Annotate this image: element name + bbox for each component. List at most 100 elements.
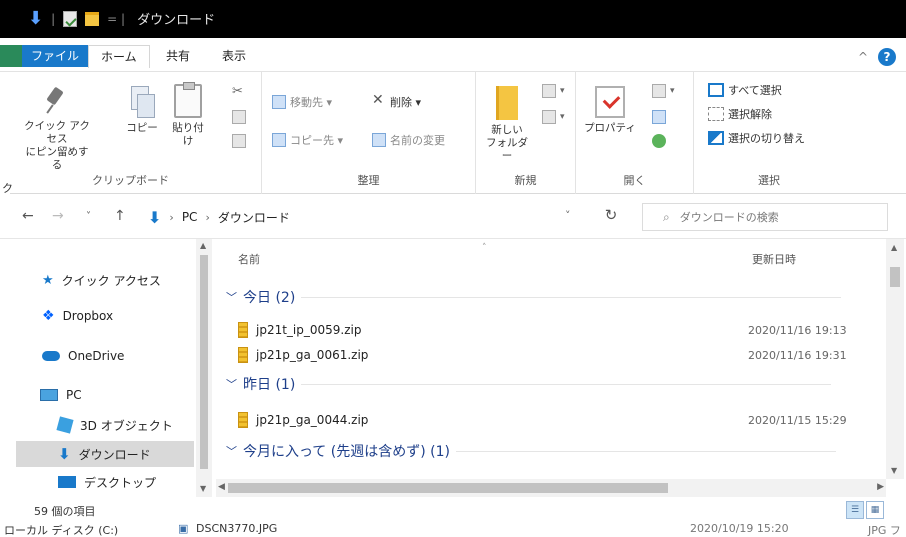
ribbon-tabs: ファイル ホーム 共有 表示 ^ ? bbox=[0, 38, 906, 72]
file-row[interactable]: jp21p_ga_0061.zip 2020/11/16 19:31 bbox=[238, 344, 888, 366]
cut-button[interactable]: ✂ bbox=[232, 84, 243, 99]
nav-item-pc[interactable]: PC bbox=[40, 384, 190, 406]
pin-to-quick-access-button[interactable]: クイック アクセス にピン留めする bbox=[24, 86, 90, 172]
refresh-icon[interactable]: ↻ bbox=[600, 206, 622, 228]
nav-item-quick-access[interactable]: ★ クイック アクセス bbox=[42, 269, 192, 291]
copy-path-button[interactable] bbox=[232, 110, 246, 124]
file-list: 名前 ˄ 更新日時 ﹀ 今日 (2) jp21t_ip_0059.zip 202… bbox=[216, 239, 906, 499]
file-row[interactable]: jp21t_ip_0059.zip 2020/11/16 19:13 bbox=[238, 319, 888, 341]
select-all-button[interactable]: すべて選択 bbox=[708, 82, 782, 98]
edit-button[interactable] bbox=[652, 110, 666, 124]
breadcrumb-pc[interactable]: PC bbox=[182, 210, 198, 224]
address-field[interactable]: ⬇ › PC › ダウンロード bbox=[143, 203, 629, 231]
address-dropdown-chevron-icon[interactable]: ˅ bbox=[565, 209, 571, 222]
copy-button[interactable]: コピー bbox=[122, 86, 162, 135]
help-icon[interactable]: ? bbox=[878, 48, 896, 66]
easy-access-button[interactable]: ▾ bbox=[542, 110, 565, 124]
collapse-chevron-icon: ﹀ bbox=[226, 378, 237, 391]
copy-to-icon bbox=[272, 133, 286, 147]
scroll-up-icon[interactable]: ▲ bbox=[891, 243, 897, 252]
back-arrow-icon[interactable]: ← bbox=[22, 208, 34, 224]
nav-item-dropbox[interactable]: ❖ Dropbox bbox=[42, 305, 192, 327]
large-icons-view-icon[interactable]: ▦ bbox=[866, 501, 884, 519]
group-organize: 移動先 ▾ 削除 ▾ コピー先 ▾ 名前の変更 整理 bbox=[262, 72, 476, 194]
scroll-left-icon[interactable]: ◀ bbox=[218, 482, 225, 492]
search-icon: ⌕ bbox=[663, 209, 670, 224]
tab-view[interactable]: 表示 bbox=[222, 45, 246, 67]
background-window-edge bbox=[0, 45, 22, 67]
pc-icon bbox=[40, 389, 58, 401]
paste-shortcut-button[interactable] bbox=[232, 134, 246, 148]
search-box[interactable]: ⌕ ダウンロードの検索 bbox=[642, 203, 888, 231]
up-arrow-icon[interactable]: ↑ bbox=[114, 208, 126, 224]
group-header-today[interactable]: ﹀ 今日 (2) bbox=[226, 287, 842, 307]
group-label-open: 開く bbox=[623, 174, 646, 187]
collapse-chevron-icon: ﹀ bbox=[226, 291, 237, 304]
history-button[interactable] bbox=[652, 134, 666, 148]
nav-item-onedrive[interactable]: OneDrive bbox=[42, 345, 192, 367]
column-header-date[interactable]: 更新日時 bbox=[752, 251, 796, 267]
new-item-icon bbox=[542, 84, 556, 98]
properties-button[interactable]: プロパティ bbox=[584, 86, 636, 135]
scroll-right-icon[interactable]: ▶ bbox=[877, 482, 884, 492]
move-to-button[interactable]: 移動先 ▾ bbox=[272, 94, 332, 110]
image-file-icon: ▣ bbox=[178, 522, 189, 535]
nav-scroll-thumb[interactable] bbox=[200, 255, 208, 469]
recent-locations-chevron-icon[interactable]: ˅ bbox=[86, 211, 91, 222]
column-header-name[interactable]: 名前 bbox=[238, 251, 260, 267]
move-to-icon bbox=[272, 95, 286, 109]
pin-icon bbox=[44, 86, 70, 116]
file-list-horizontal-scrollbar[interactable]: ◀ ▶ bbox=[216, 479, 886, 497]
easy-access-icon bbox=[542, 110, 556, 124]
delete-button[interactable]: 削除 ▾ bbox=[372, 92, 421, 110]
details-view-icon[interactable]: ☰ bbox=[846, 501, 864, 519]
new-folder-button[interactable]: 新しい フォルダー bbox=[482, 86, 532, 163]
select-none-button[interactable]: 選択解除 bbox=[708, 106, 772, 122]
breadcrumb-downloads[interactable]: ダウンロード bbox=[218, 209, 290, 226]
horizontal-scroll-thumb[interactable] bbox=[228, 483, 668, 493]
paste-button[interactable]: 貼り付け bbox=[168, 82, 208, 148]
open-button[interactable]: ▾ bbox=[652, 84, 675, 98]
invert-selection-button[interactable]: 選択の切り替え bbox=[708, 130, 805, 146]
paste-icon bbox=[174, 82, 202, 118]
nav-item-3d-objects[interactable]: 3D オブジェクト bbox=[56, 414, 192, 436]
rename-button[interactable]: 名前の変更 bbox=[372, 132, 445, 148]
rename-icon bbox=[372, 133, 386, 147]
copy-to-button[interactable]: コピー先 ▾ bbox=[272, 132, 343, 148]
new-folder-icon[interactable] bbox=[85, 11, 100, 26]
background-window-row: ローカル ディスク (C:) ▣ DSCN3770.JPG 2020/10/19… bbox=[0, 521, 906, 537]
new-folder-icon bbox=[496, 86, 518, 120]
group-clipboard: クイック アクセス にピン留めする コピー 貼り付け ✂ クリップボード bbox=[0, 72, 262, 194]
group-label-select: 選択 bbox=[758, 174, 780, 187]
tab-home[interactable]: ホーム bbox=[88, 45, 150, 68]
group-header-this-month[interactable]: ﹀ 今月に入って (先週は含めず) (1) bbox=[226, 441, 836, 461]
nav-item-downloads[interactable]: ⬇ ダウンロード bbox=[16, 441, 194, 467]
file-row[interactable]: jp21p_ga_0044.zip 2020/11/15 15:29 bbox=[238, 409, 888, 431]
navigation-pane: ★ クイック アクセス ❖ Dropbox OneDrive PC 3D オブジ… bbox=[0, 239, 216, 497]
forward-arrow-icon[interactable]: → bbox=[52, 208, 64, 224]
properties-icon[interactable] bbox=[63, 10, 78, 27]
download-arrow-icon[interactable]: ⬇ bbox=[28, 9, 43, 28]
new-item-button[interactable]: ▾ bbox=[542, 84, 565, 98]
tab-share[interactable]: 共有 bbox=[166, 45, 190, 67]
star-icon: ★ bbox=[42, 272, 54, 288]
nav-pane-scrollbar[interactable]: ▲ ▼ bbox=[196, 239, 212, 497]
quick-access-toolbar: ⬇ | = | ダウンロード bbox=[28, 7, 216, 29]
group-label-new: 新規 bbox=[514, 174, 537, 187]
scroll-down-icon[interactable]: ▼ bbox=[891, 466, 897, 475]
group-open: プロパティ ▾ 開く bbox=[576, 72, 694, 194]
file-list-vertical-scrollbar[interactable]: ▲ ▼ bbox=[886, 239, 904, 479]
tab-file[interactable]: ファイル bbox=[22, 45, 89, 67]
properties-check-icon bbox=[595, 86, 625, 118]
title-bar: ⬇ | = | ダウンロード bbox=[0, 0, 906, 38]
address-bar-row: ← → ˅ ↑ ⬇ › PC › ダウンロード ˅ ↻ ⌕ ダウンロードの検索 bbox=[0, 195, 906, 239]
nav-item-desktop[interactable]: デスクトップ bbox=[58, 471, 192, 493]
scroll-down-icon[interactable]: ▼ bbox=[200, 484, 206, 493]
collapse-ribbon-icon[interactable]: ^ bbox=[858, 50, 868, 64]
zip-file-icon bbox=[238, 322, 248, 338]
group-header-yesterday[interactable]: ﹀ 昨日 (1) bbox=[226, 374, 832, 394]
scissors-icon: ✂ bbox=[232, 84, 243, 99]
scroll-up-icon[interactable]: ▲ bbox=[200, 241, 206, 250]
vertical-scroll-thumb[interactable] bbox=[890, 267, 900, 287]
dropbox-icon: ❖ bbox=[42, 308, 55, 324]
